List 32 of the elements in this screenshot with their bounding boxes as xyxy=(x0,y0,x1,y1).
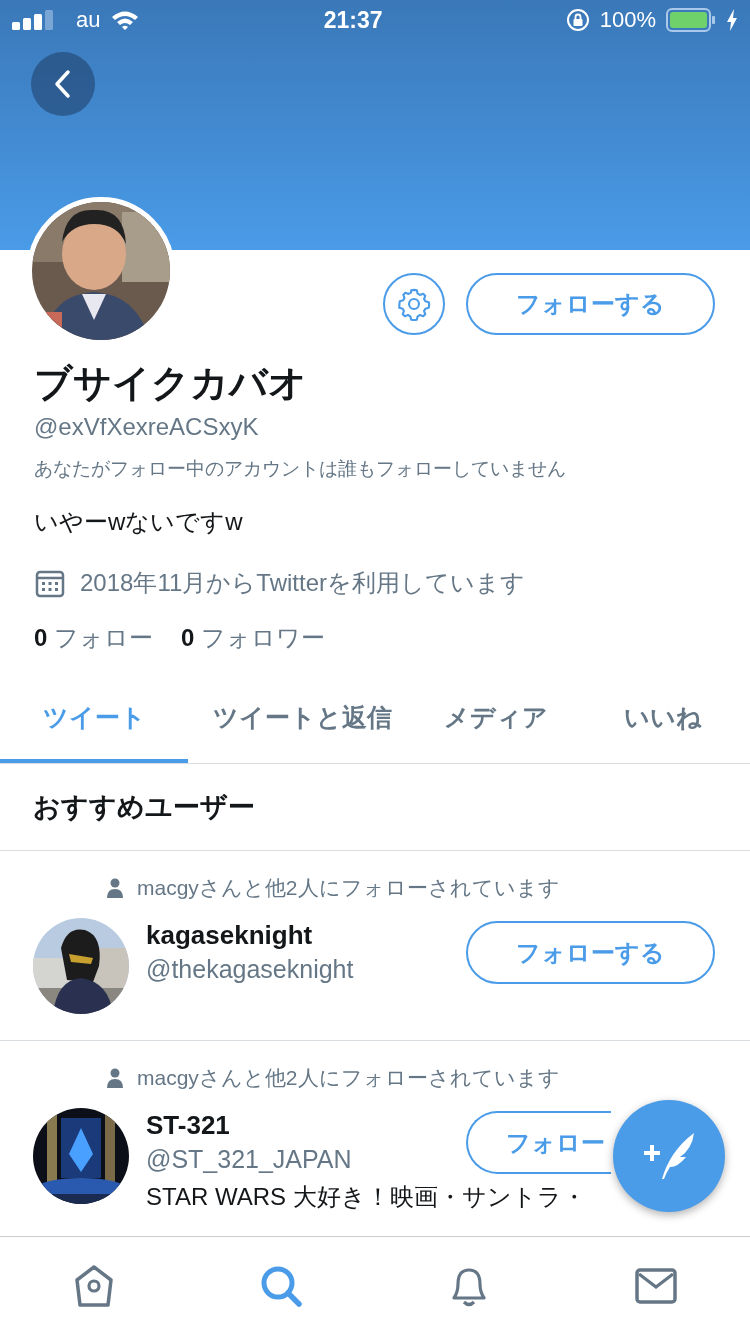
profile-handle: @exVfXexreACSxyK xyxy=(34,412,260,442)
person-icon xyxy=(107,878,123,898)
section-title: おすすめユーザー xyxy=(33,792,255,822)
compose-icon xyxy=(642,1131,696,1181)
followed-by-note: macgyさんと他2人にフォローされています xyxy=(137,1065,560,1091)
followers-count: 0 xyxy=(181,624,195,651)
charging-icon xyxy=(726,9,738,31)
user-handle: @thekagaseknight xyxy=(146,954,354,984)
settings-icon xyxy=(397,287,431,321)
battery-icon xyxy=(666,8,716,32)
rotation-lock-icon xyxy=(565,8,590,32)
follow-note: あなたがフォロー中のアカウントは誰もフォローしていません xyxy=(34,457,567,481)
user-name: kagaseknight xyxy=(146,919,314,951)
wifi-icon xyxy=(110,9,141,31)
compose-button[interactable] xyxy=(613,1100,725,1212)
follow-button[interactable]: フォロー xyxy=(466,1111,611,1174)
followers-link[interactable]: フォロワー xyxy=(201,624,326,651)
following-count: 0 xyxy=(34,624,48,651)
following-link[interactable]: フォロー xyxy=(54,624,154,651)
user-name: ST-321 xyxy=(146,1109,231,1141)
followed-by-note: macgyさんと他2人にフォローされています xyxy=(137,875,560,901)
join-date: 2018年11月からTwitterを利用しています xyxy=(80,568,525,598)
profile-bio: いやーwないですw xyxy=(34,507,244,537)
follow-button[interactable]: フォローする xyxy=(466,273,715,335)
person-icon xyxy=(107,1068,123,1088)
battery-percent: 100% xyxy=(599,7,656,33)
user-handle: @ST_321_JAPAN xyxy=(146,1144,352,1174)
user-bio: STAR WARS 大好き！映画・サントラ・ xyxy=(146,1182,587,1212)
profile-name: ブサイクカバオ xyxy=(34,361,308,406)
carrier-name: au xyxy=(76,7,101,33)
clock-time: 21:37 xyxy=(323,6,383,33)
follow-button[interactable]: フォローする xyxy=(466,921,715,984)
